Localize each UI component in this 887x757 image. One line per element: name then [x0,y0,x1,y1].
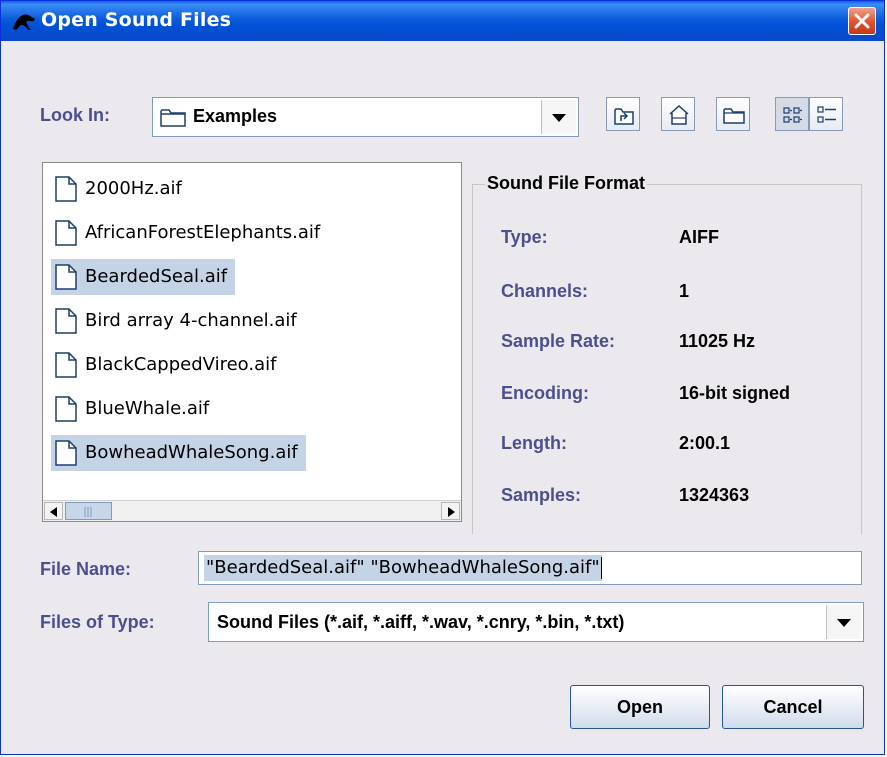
file-name-text: BlackCappedVireo.aif [85,354,277,375]
new-folder-icon [723,108,745,124]
format-key-channels: Channels: [501,281,589,301]
file-icon [55,308,77,334]
file-list-item[interactable]: Bird array 4-channel.aif [51,303,305,339]
file-list-item[interactable]: 2000Hz.aif [51,171,190,207]
format-value-type: AIFF [679,227,719,247]
file-name-text: BlueWhale.aif [85,398,210,419]
details-view-button[interactable] [809,97,843,131]
up-one-level-button[interactable] [606,97,640,131]
format-key-encoding: Encoding: [501,383,589,403]
title-bar[interactable]: Open Sound Files [1,1,884,41]
file-icon [55,352,77,378]
app-logo-icon [13,14,35,30]
file-list-item[interactable]: BlackCappedVireo.aif [51,347,284,383]
close-icon [854,13,870,29]
cancel-button[interactable]: Cancel [722,685,864,729]
dialog-title: Open Sound Files [41,9,232,31]
look-in-label: Look In: [40,105,110,125]
file-list[interactable]: 2000Hz.aif AfricanForestElephants.aif Be… [42,162,462,522]
file-name-text: 2000Hz.aif [85,178,182,199]
home-icon [669,104,689,125]
chevron-down-icon [552,114,566,122]
files-of-type-label: Files of Type: [40,612,155,632]
home-button[interactable] [661,97,695,131]
look-in-combo[interactable]: Examples [152,97,579,137]
chevron-down-icon [837,619,851,627]
file-list-item-selected[interactable]: BowheadWhaleSong.aif [51,435,306,471]
file-name-input[interactable]: "BeardedSeal.aif" "BowheadWhaleSong.aif" [198,551,862,585]
file-list-item-selected[interactable]: BeardedSeal.aif [51,259,236,295]
scrollbar-thumb[interactable] [65,502,112,520]
look-in-value: Examples [193,106,278,126]
files-of-type-combo[interactable]: Sound Files (*.aif, *.aiff, *.wav, *.cnr… [208,602,864,642]
folder-icon [160,109,186,127]
scroll-right-button[interactable] [441,502,460,520]
scroll-left-button[interactable] [44,502,63,520]
close-button[interactable] [848,7,876,35]
open-button[interactable]: Open [570,685,710,729]
dialog-content: Look In: Examples 2000Hz.aif AfricanFore… [1,41,884,754]
format-value-length: 2:00.1 [679,433,731,453]
arrow-right-icon [448,507,455,517]
new-folder-button[interactable] [716,97,750,131]
arrow-left-icon [50,507,57,517]
format-value-sample-rate: 11025 Hz [679,331,756,351]
file-name-label: File Name: [40,559,132,579]
details-view-icon [817,106,836,123]
format-key-sample-rate: Sample Rate: [501,331,616,351]
format-value-samples: 1324363 [679,485,750,505]
file-name-text: AfricanForestElephants.aif [85,222,321,243]
file-icon [55,176,77,202]
file-name-text: BowheadWhaleSong.aif [85,442,298,463]
file-list-item[interactable]: BlueWhale.aif [51,391,217,427]
horizontal-scrollbar[interactable] [43,500,461,521]
list-view-button[interactable] [775,97,809,131]
sound-file-format-title: Sound File Format [485,173,648,194]
open-sound-files-dialog: Open Sound Files Look In: Examples 2000H… [0,0,885,755]
file-list-item[interactable]: AfricanForestElephants.aif [51,215,328,251]
file-icon [55,440,77,466]
files-of-type-value: Sound Files (*.aif, *.aiff, *.wav, *.cnr… [217,612,625,632]
file-name-text: BeardedSeal.aif [85,266,228,287]
format-key-length: Length: [501,433,567,453]
file-name-input-text: "BeardedSeal.aif" "BowheadWhaleSong.aif" [204,555,602,581]
up-one-level-icon [614,108,634,125]
file-icon [55,264,77,290]
text-caret [601,557,602,579]
format-value-channels: 1 [679,281,690,301]
grip-icon [84,507,92,517]
file-icon [55,396,77,422]
format-key-type: Type: [501,227,548,247]
look-in-dropdown-button[interactable] [541,100,576,134]
file-icon [55,220,77,246]
file-name-text: Bird array 4-channel.aif [85,310,297,331]
list-view-icon [783,107,802,123]
format-key-samples: Samples: [501,485,582,505]
files-of-type-dropdown-button[interactable] [826,605,861,639]
format-value-encoding: 16-bit signed [679,383,791,403]
